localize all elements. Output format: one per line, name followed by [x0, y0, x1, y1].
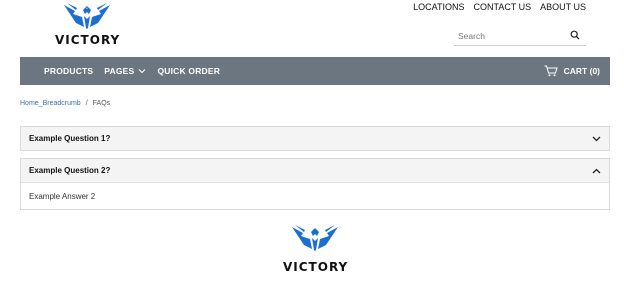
- nav-item-pages[interactable]: PAGES: [104, 66, 146, 76]
- nav-item-pages-label: PAGES: [104, 66, 135, 76]
- main-navbar: PRODUCTS PAGES QUICK ORDER CART (0): [20, 57, 610, 85]
- cart-icon: [544, 65, 558, 77]
- faq-question-1-toggle[interactable]: Example Question 1?: [21, 127, 609, 150]
- utility-nav: LOCATIONS CONTACT US ABOUT US: [413, 2, 586, 12]
- footer-logo[interactable]: VICTORY: [283, 224, 347, 274]
- nav-item-products[interactable]: PRODUCTS: [44, 66, 93, 76]
- cart-button[interactable]: CART (0): [544, 57, 600, 85]
- brand-name: VICTORY: [55, 33, 121, 47]
- chevron-down-icon: [592, 136, 601, 141]
- about-us-link[interactable]: ABOUT US: [540, 2, 586, 12]
- breadcrumb-home-link[interactable]: Home_Breadcrumb: [20, 100, 81, 107]
- nav-item-quick-order-label: QUICK ORDER: [157, 66, 221, 76]
- faq-item: Example Question 2? Example Answer 2: [20, 158, 610, 210]
- nav-item-quick-order[interactable]: QUICK ORDER: [157, 66, 220, 76]
- chevron-down-icon: [139, 69, 146, 74]
- search-box: [454, 26, 586, 46]
- cart-label: CART (0): [563, 66, 600, 76]
- site-header: VICTORY LOCATIONS CONTACT US ABOUT US: [0, 0, 624, 57]
- locations-link[interactable]: LOCATIONS: [413, 2, 464, 12]
- faq-question-2-toggle[interactable]: Example Question 2?: [21, 159, 609, 182]
- faq-item: Example Question 1?: [20, 126, 610, 151]
- footer-brand-name: VICTORY: [283, 260, 349, 274]
- nav-item-products-label: PRODUCTS: [44, 66, 94, 76]
- header-logo[interactable]: VICTORY: [55, 2, 119, 47]
- search-icon[interactable]: [570, 30, 580, 40]
- chevron-up-icon: [592, 168, 601, 173]
- contact-us-link[interactable]: CONTACT US: [473, 2, 531, 12]
- faq-answer-2: Example Answer 2: [21, 182, 609, 209]
- eagle-logo-icon: [292, 225, 338, 251]
- search-input[interactable]: [454, 27, 564, 45]
- breadcrumb: Home_Breadcrumb / FAQs: [20, 100, 110, 107]
- faq-question-1: Example Question 1?: [29, 134, 111, 143]
- faq-question-2: Example Question 2?: [29, 166, 111, 175]
- eagle-logo-icon: [64, 3, 110, 29]
- breadcrumb-current: FAQs: [92, 100, 111, 107]
- breadcrumb-separator: /: [85, 100, 88, 107]
